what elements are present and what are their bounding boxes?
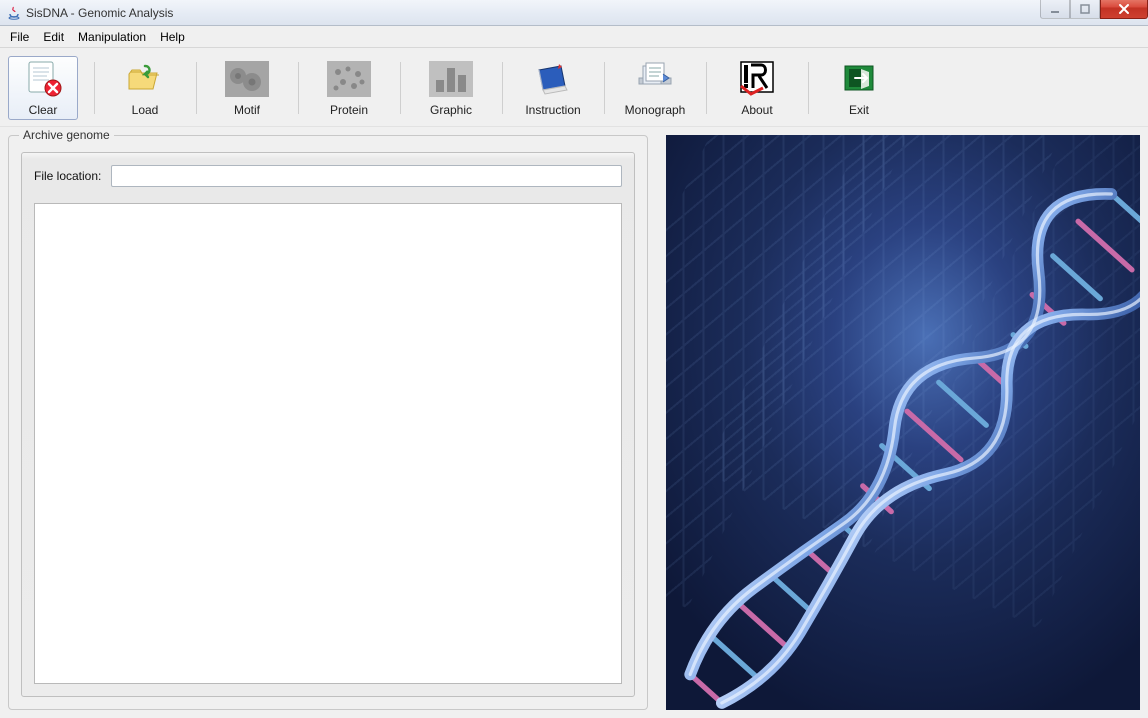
genome-text-area[interactable]	[34, 203, 622, 684]
group-title: Archive genome	[19, 128, 114, 142]
clear-button[interactable]: Clear	[8, 56, 78, 120]
document-stack-icon	[632, 59, 678, 99]
about-label: About	[741, 103, 772, 117]
menu-manipulation[interactable]: Manipulation	[72, 28, 152, 46]
monograph-button[interactable]: Monograph	[620, 56, 690, 120]
folder-open-icon	[122, 59, 168, 99]
motif-pattern-icon	[224, 59, 270, 99]
main-content: Archive genome File location:	[0, 127, 1148, 718]
motif-label: Motif	[234, 103, 260, 117]
monograph-label: Monograph	[625, 103, 686, 117]
window-title: SisDNA - Genomic Analysis	[26, 6, 173, 20]
close-button[interactable]	[1100, 0, 1148, 19]
book-icon	[530, 59, 576, 99]
right-panel	[666, 135, 1140, 710]
instruction-label: Instruction	[525, 103, 580, 117]
about-button[interactable]: About	[722, 56, 792, 120]
toolbar-separator	[602, 56, 606, 120]
window-buttons	[1040, 0, 1148, 19]
window-titlebar: SisDNA - Genomic Analysis	[0, 0, 1148, 26]
left-panel: Archive genome File location:	[8, 135, 648, 710]
load-label: Load	[132, 103, 159, 117]
maximize-button[interactable]	[1070, 0, 1100, 19]
toolbar-separator	[296, 56, 300, 120]
file-location-row: File location:	[34, 165, 622, 187]
load-button[interactable]: Load	[110, 56, 180, 120]
dna-helix-image	[666, 135, 1140, 710]
instruction-button[interactable]: Instruction	[518, 56, 588, 120]
about-logo-icon	[734, 59, 780, 99]
file-location-label: File location:	[34, 169, 101, 183]
toolbar-separator	[92, 56, 96, 120]
menu-edit[interactable]: Edit	[37, 28, 70, 46]
menu-help[interactable]: Help	[154, 28, 191, 46]
menu-file[interactable]: File	[4, 28, 35, 46]
bar-chart-icon	[428, 59, 474, 99]
protein-label: Protein	[330, 103, 368, 117]
graphic-button[interactable]: Graphic	[416, 56, 486, 120]
motif-button[interactable]: Motif	[212, 56, 282, 120]
exit-label: Exit	[849, 103, 869, 117]
archive-inner-panel: File location:	[21, 152, 635, 697]
file-location-input[interactable]	[111, 165, 622, 187]
main-toolbar: Clear Load Motif	[0, 48, 1148, 127]
menu-bar: File Edit Manipulation Help	[0, 26, 1148, 48]
clear-document-icon	[20, 59, 66, 99]
exit-door-icon	[836, 59, 882, 99]
exit-button[interactable]: Exit	[824, 56, 894, 120]
toolbar-separator	[704, 56, 708, 120]
java-cup-icon	[6, 5, 22, 21]
minimize-button[interactable]	[1040, 0, 1070, 19]
toolbar-separator	[806, 56, 810, 120]
archive-genome-group: Archive genome File location:	[8, 135, 648, 710]
toolbar-separator	[194, 56, 198, 120]
graphic-label: Graphic	[430, 103, 472, 117]
toolbar-separator	[398, 56, 402, 120]
toolbar-separator	[500, 56, 504, 120]
protein-button[interactable]: Protein	[314, 56, 384, 120]
protein-structure-icon	[326, 59, 372, 99]
clear-label: Clear	[29, 103, 58, 117]
